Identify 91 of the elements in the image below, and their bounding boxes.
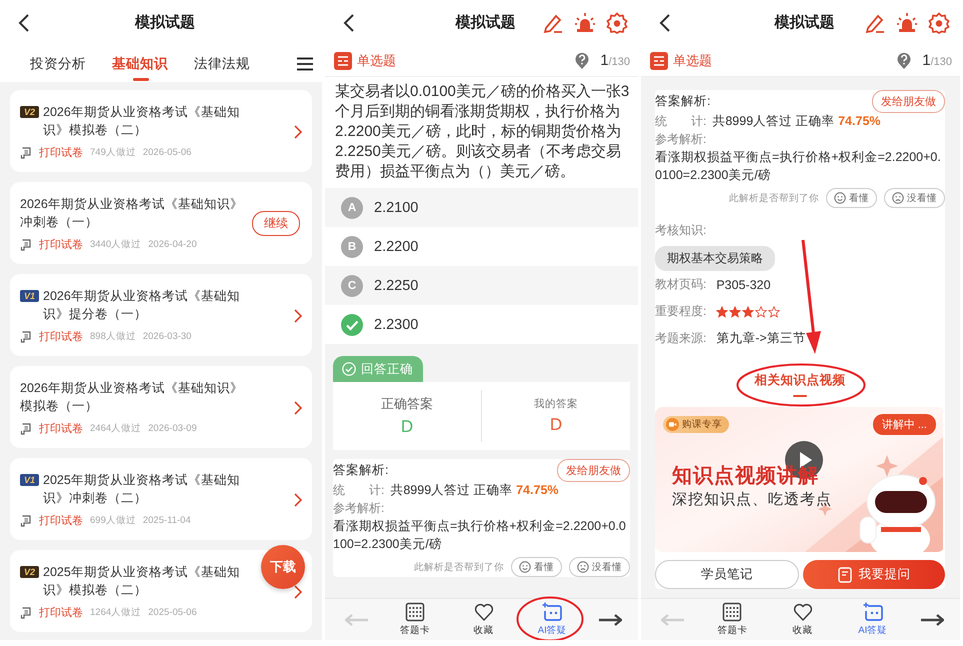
live-status-badge: 讲解中 ... [872,414,936,435]
category-tab[interactable]: 法律法规 [181,45,263,82]
not-understood-button[interactable]: 没看懂 [569,557,630,577]
answer-option[interactable]: 2.2300 [325,305,638,344]
paper-title: 2026年期货从业资格考试《基础知识》提分卷（一） [43,288,241,323]
section-heading: 答案解析: [333,462,388,478]
paper-title: 2025年期货从业资格考试《基础知识》模拟卷（二） [43,564,241,599]
attempt-count: 3440人做过 [90,238,142,251]
field-label: 考题来源: [655,330,706,347]
paper-title: 2025年期货从业资格考试《基础知识》冲刺卷（二） [43,472,241,507]
paper-date: 2026-03-30 [142,331,192,342]
question-type: 单选题 [357,52,396,70]
accuracy-rate: 74.75% [838,114,881,128]
share-button[interactable]: 发给朋友做 [557,458,630,482]
field-label: 教材页码: [655,276,706,293]
paper-date: 2025-11-04 [142,515,191,526]
question-number: 1 [600,52,609,69]
field-label: 参考解析: [333,500,384,517]
tab-bar-item[interactable]: AI答疑 [850,602,896,637]
question-total: /130 [608,56,630,68]
section-heading: 答案解析: [655,92,710,110]
field-value: 第九章->第三节 [716,330,806,347]
version-badge: V1 [20,474,40,486]
paper-date: 2026-04-20 [148,239,197,250]
explanation-text: 看涨期权损益平衡点=执行价格+权利金=2.2200+0.0100=2.2300美元/磅 [655,149,942,184]
question-text: 某交易者以0.0100美元／磅的价格买入一张3个月后到期的铜看涨期货期权，执行价格为2.2200美元／磅，此时，标的铜期货价格为2.2250美元／磅。则该交易者（不考虑交易费用）损益平衡点为（）美元／磅。 [325,77,638,188]
version-badge: V2 [20,106,40,118]
continue-button[interactable]: 继续 [252,211,300,236]
paper-title: 2026年期货从业资格考试《基础知识》模拟卷（二） [43,104,241,139]
feedback-prompt: 此解析是否帮到了你 [414,560,504,574]
accuracy-rate: 74.75% [516,483,559,497]
my-answer: D [550,415,562,435]
field-label: 考核知识: [655,222,708,238]
paper-date: 2026-05-06 [142,147,192,158]
understood-button[interactable]: 看懂 [511,557,562,577]
field-label: 重要程度: [655,303,706,320]
attempt-count: 898人做过 [90,330,136,343]
answer-option[interactable]: B 2.2200 [325,227,638,266]
question-type: 单选题 [673,52,712,70]
paper-card[interactable]: V2 2026年期货从业资格考试《基础知识》模拟卷（二） 打印试卷 749人做过 2026-05-06 [10,90,312,172]
paper-card[interactable]: 2026年期货从业资格考试《基础知识》冲刺卷（一） 打印试卷 3440人做过 2026-04-20 继续 [10,182,312,264]
feedback-prompt: 此解析是否帮到了你 [729,192,819,204]
not-understood-button[interactable]: 没看懂 [884,188,945,208]
print-link[interactable]: 打印试卷 [39,145,83,160]
field-value: P305-320 [716,278,771,292]
paper-title: 2026年期货从业资格考试《基础知识》冲刺卷（一） [20,196,244,231]
result-badge: 回答正确 [333,356,423,382]
print-link[interactable]: 打印试卷 [39,513,83,528]
tab-bar-item[interactable]: 收藏 [780,602,826,637]
field-label: 统 计: [655,113,706,130]
attempt-count: 749人做过 [90,146,136,159]
print-link[interactable]: 打印试卷 [39,237,83,252]
video-subtitle: 深挖知识点、吃透考点 [672,490,832,509]
category-tab[interactable]: 投资分析 [17,45,99,82]
print-link[interactable]: 打印试卷 [39,329,83,344]
category-tab[interactable]: 基础知识 [99,45,181,82]
question-number: 1 [922,52,931,69]
field-label: 我的答案 [534,397,578,411]
field-label: 参考解析: [655,131,706,148]
tab-bar-item[interactable]: 答题卡 [392,602,438,637]
screen-title: 模拟试题 [774,13,834,32]
tab-bar-item[interactable]: 答题卡 [709,602,756,637]
attempt-count: 2464人做过 [90,422,142,435]
version-badge: V1 [20,290,40,302]
correct-answer: D [400,417,414,437]
promo-badge: 购课专享 [663,416,729,433]
field-label: 正确答案 [381,395,433,413]
attempt-count: 1264人做过 [90,606,142,619]
topic-tag: 期权基本交易策略 [655,246,775,271]
paper-date: 2025-05-06 [148,607,197,618]
attempt-count: 699人做过 [90,514,136,527]
action-button[interactable]: 我要提问 [803,560,945,589]
stats-text: 共8999人答过 正确率 [712,114,835,128]
paper-card[interactable]: 2026年期货从业资格考试《基础知识》模拟卷（一） 打印试卷 2464人做过 2026-03-09 [10,366,312,448]
tab-bar-item[interactable]: 收藏 [460,602,506,637]
explanation-text: 看涨期权损益平衡点=执行价格+权利金=2.2200+0.0100=2.2300美元/磅 [333,518,627,553]
paper-card[interactable]: V1 2026年期货从业资格考试《基础知识》提分卷（一） 打印试卷 898人做过 2026-03-30 [10,274,312,356]
print-link[interactable]: 打印试卷 [39,605,83,620]
stats-text: 共8999人答过 正确率 [390,483,513,497]
paper-title: 2026年期货从业资格考试《基础知识》模拟卷（一） [20,380,244,415]
paper-card[interactable]: V1 2025年期货从业资格考试《基础知识》冲刺卷（二） 打印试卷 699人做过 2025-11-04 [10,458,312,540]
print-link[interactable]: 打印试卷 [39,421,83,436]
action-button[interactable]: 学员笔记 [655,560,799,589]
screen-title: 模拟试题 [456,13,516,32]
share-button[interactable]: 发给朋友做 [872,90,945,112]
screen-title: 模拟试题 [135,13,195,32]
understood-button[interactable]: 看懂 [826,188,877,208]
question-total: /130 [930,56,952,68]
paper-date: 2026-03-09 [148,423,197,434]
field-label: 统 计: [333,482,384,499]
version-badge: V2 [20,566,40,578]
